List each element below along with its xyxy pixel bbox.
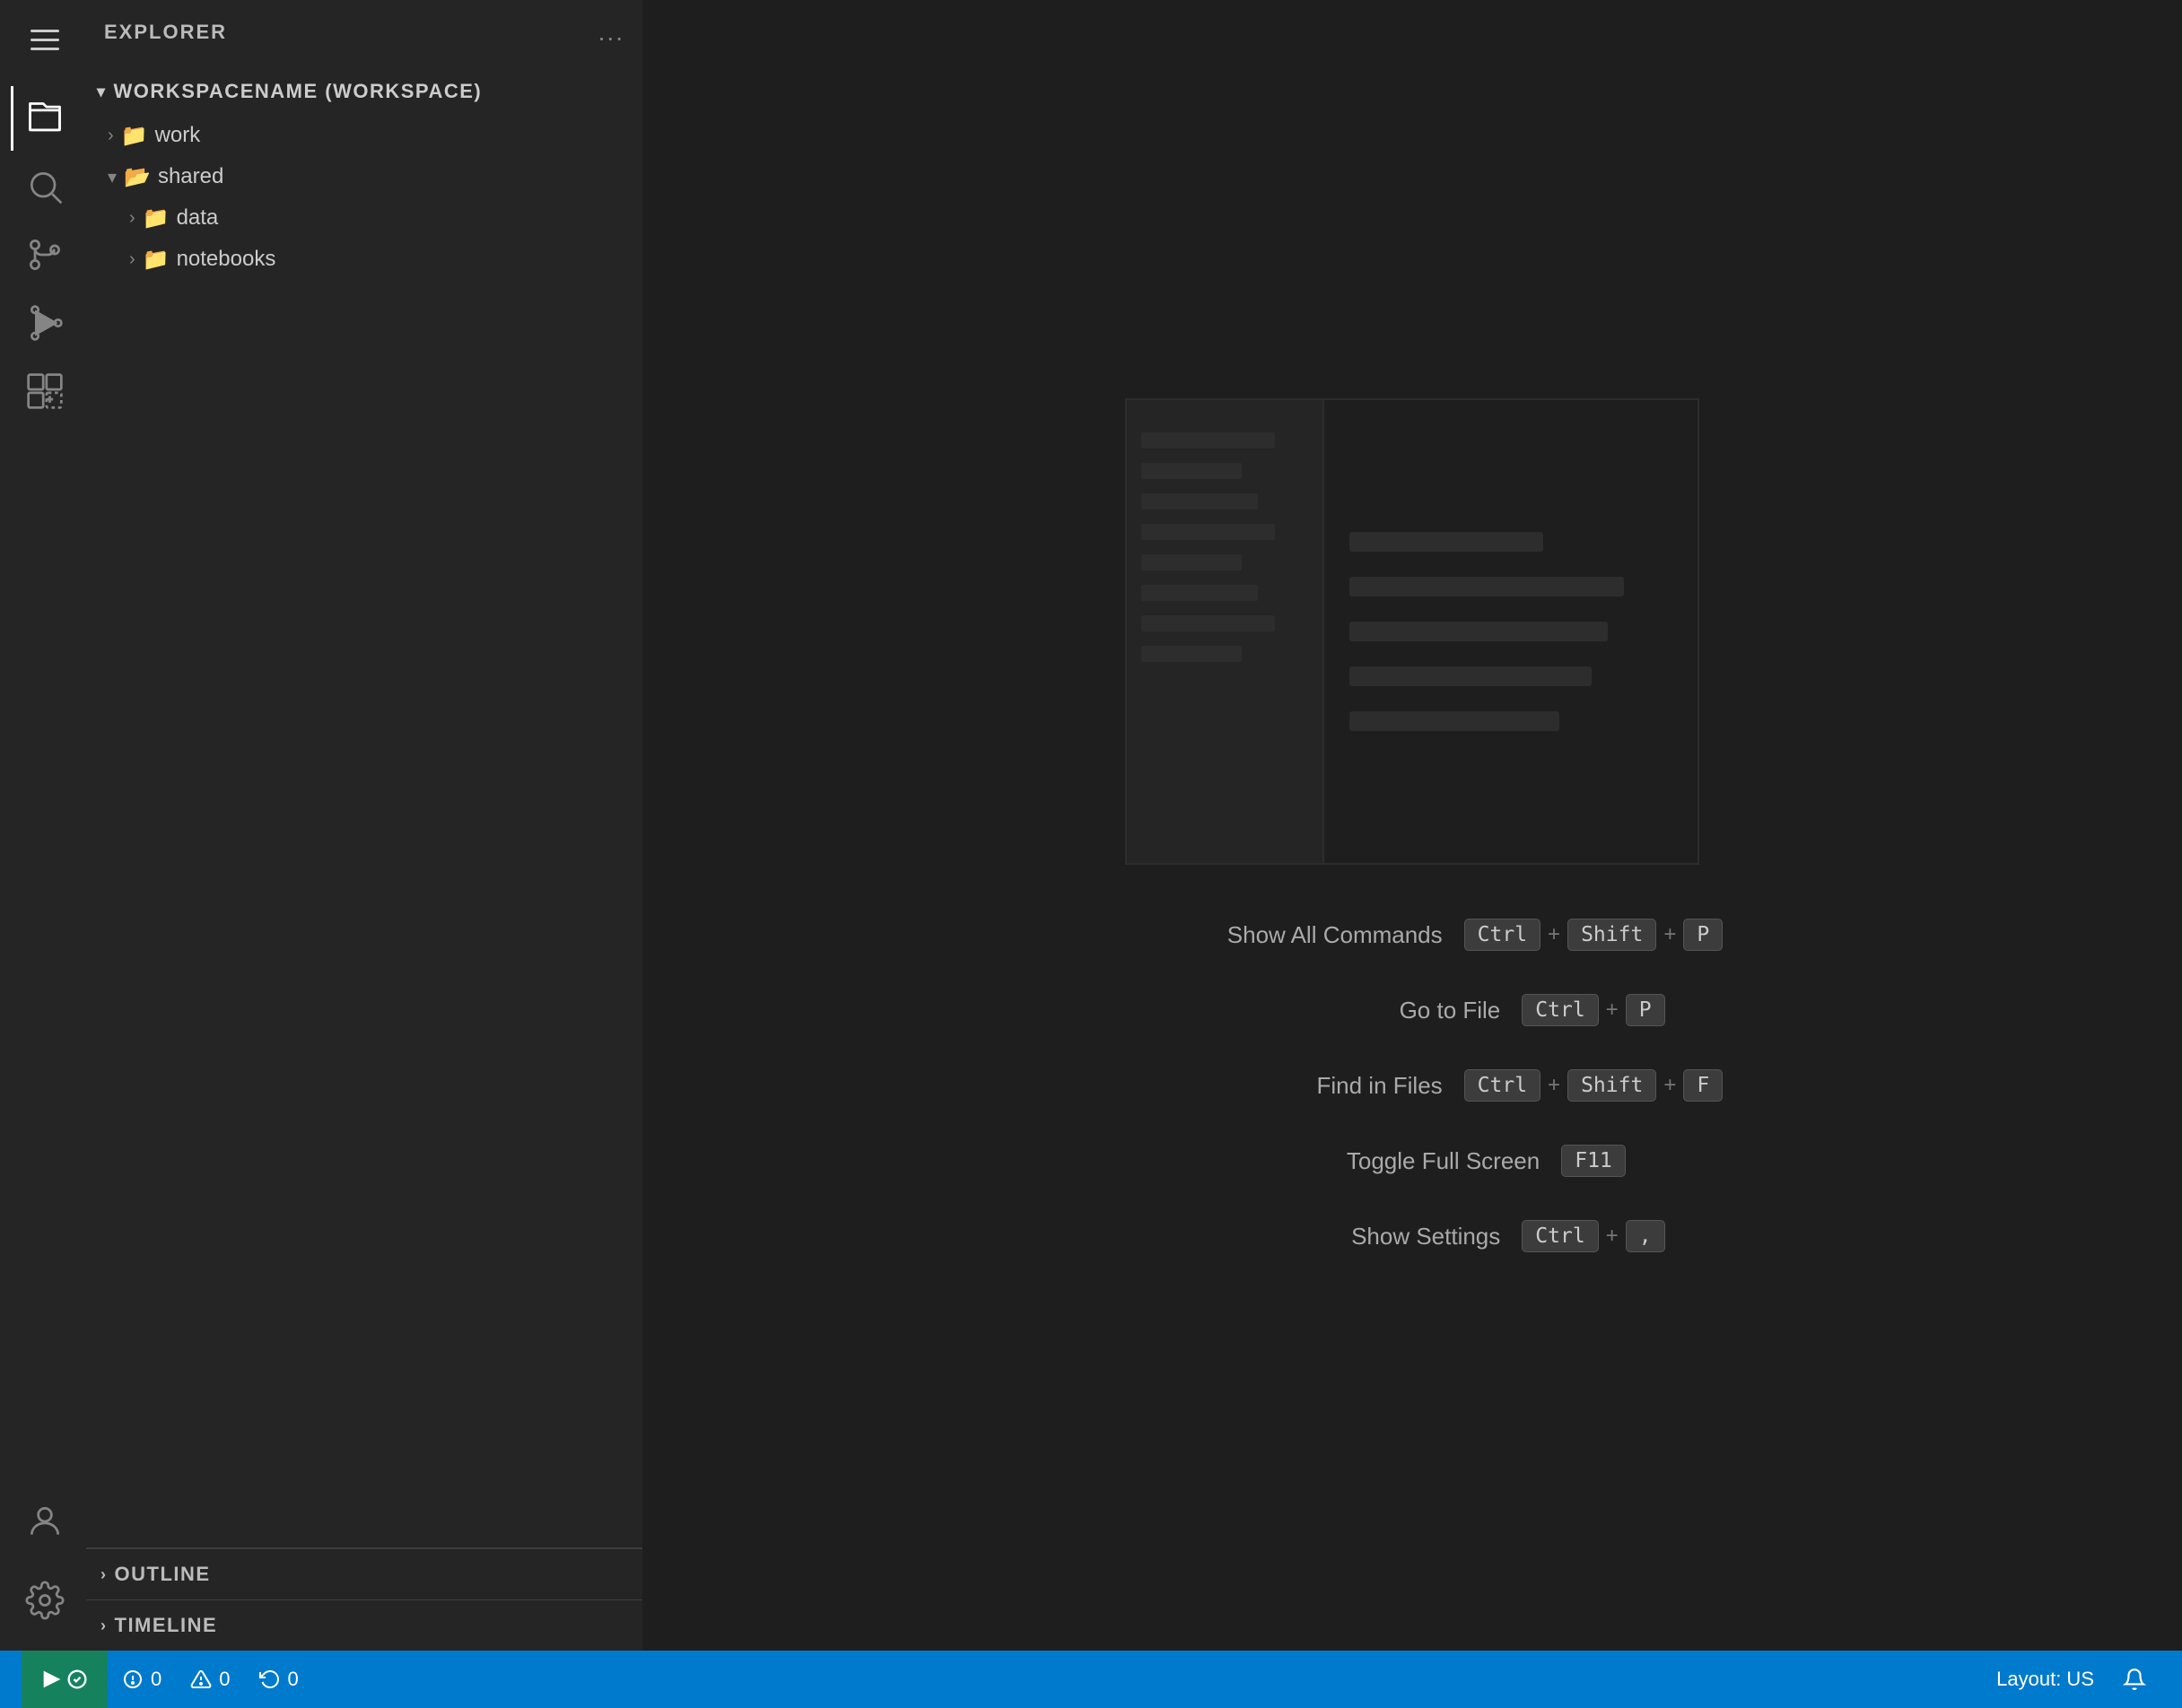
shortcuts-area: Show All Commands Ctrl + Shift + P Go to… bbox=[1102, 919, 1724, 1252]
outline-chevron: › bbox=[100, 1565, 108, 1584]
data-chevron: › bbox=[129, 208, 135, 229]
key-p-2: P bbox=[1626, 994, 1665, 1026]
key-p: P bbox=[1683, 919, 1723, 951]
tree-item-shared[interactable]: ▾ 📂 shared bbox=[86, 156, 642, 197]
shortcut-go-to-file[interactable]: Go to File Ctrl + P bbox=[1159, 994, 1664, 1026]
find-in-files-label: Find in Files bbox=[1102, 1072, 1443, 1100]
workspace-chevron: ▾ bbox=[97, 83, 107, 101]
layout-language-label: Layout: US bbox=[1996, 1668, 2094, 1691]
sidebar: Explorer ... ▾ WORKSPACENAME (WORKSPACE)… bbox=[86, 0, 642, 1651]
activity-bar-bottom bbox=[11, 1489, 75, 1651]
tree-item-work[interactable]: › 📁 work bbox=[86, 115, 642, 156]
key-ctrl-2: Ctrl bbox=[1522, 994, 1598, 1026]
run-debug-icon[interactable] bbox=[11, 291, 75, 355]
errors-count: 0 bbox=[151, 1668, 161, 1691]
work-label: work bbox=[155, 123, 201, 148]
notebooks-icon: 📁 bbox=[143, 247, 170, 273]
settings-icon[interactable] bbox=[11, 1568, 75, 1633]
outline-header[interactable]: › OUTLINE bbox=[86, 1549, 642, 1599]
hamburger-menu[interactable] bbox=[11, 7, 75, 72]
sync-item[interactable]: 0 bbox=[245, 1651, 313, 1708]
source-control-icon[interactable] bbox=[11, 222, 75, 287]
key-ctrl: Ctrl bbox=[1464, 919, 1540, 951]
more-options-button[interactable]: ... bbox=[598, 18, 624, 47]
illustration-right-panel bbox=[1324, 400, 1698, 863]
notebooks-chevron: › bbox=[129, 249, 135, 270]
activity-bar bbox=[0, 0, 86, 1651]
key-f11: F11 bbox=[1561, 1145, 1626, 1177]
outline-section: › OUTLINE bbox=[86, 1548, 642, 1599]
go-to-file-label: Go to File bbox=[1159, 997, 1500, 1024]
welcome-illustration bbox=[1125, 398, 1699, 865]
main-content: Show All Commands Ctrl + Shift + P Go to… bbox=[642, 0, 2182, 1651]
remote-connection-item[interactable] bbox=[22, 1651, 108, 1708]
warnings-count: 0 bbox=[219, 1668, 230, 1691]
toggle-fullscreen-label: Toggle Full Screen bbox=[1199, 1147, 1540, 1175]
status-bar-right: Layout: US bbox=[1982, 1651, 2160, 1708]
errors-item[interactable]: 0 bbox=[108, 1651, 176, 1708]
timeline-header[interactable]: › TIMELINE bbox=[86, 1600, 642, 1651]
timeline-section: › TIMELINE bbox=[86, 1599, 642, 1651]
shared-label: shared bbox=[158, 164, 223, 189]
shortcut-toggle-fullscreen[interactable]: Toggle Full Screen F11 bbox=[1199, 1145, 1626, 1177]
illustration-left-panel bbox=[1127, 400, 1324, 863]
status-bar: 0 0 0 Layout: US bbox=[0, 1651, 2182, 1708]
account-icon[interactable] bbox=[11, 1489, 75, 1554]
activity-bar-top bbox=[11, 7, 75, 1489]
tree-item-notebooks[interactable]: › 📁 notebooks bbox=[86, 239, 642, 280]
tree-item-data[interactable]: › 📁 data bbox=[86, 197, 642, 239]
notifications-item[interactable] bbox=[2108, 1651, 2160, 1708]
sidebar-header: Explorer ... bbox=[86, 0, 642, 65]
key-ctrl-4: Ctrl bbox=[1522, 1220, 1598, 1252]
workspace-label: WORKSPACENAME (WORKSPACE) bbox=[114, 80, 483, 103]
shortcut-show-settings[interactable]: Show Settings Ctrl + , bbox=[1159, 1220, 1664, 1252]
key-ctrl-3: Ctrl bbox=[1464, 1069, 1540, 1102]
search-icon[interactable] bbox=[11, 154, 75, 219]
work-icon: 📁 bbox=[121, 123, 148, 149]
key-shift-2: Shift bbox=[1567, 1069, 1656, 1102]
files-icon[interactable] bbox=[11, 86, 75, 151]
key-comma: , bbox=[1626, 1220, 1665, 1252]
show-settings-keys: Ctrl + , bbox=[1522, 1220, 1664, 1252]
find-in-files-keys: Ctrl + Shift + F bbox=[1464, 1069, 1724, 1102]
show-all-commands-keys: Ctrl + Shift + P bbox=[1464, 919, 1724, 951]
timeline-chevron: › bbox=[100, 1616, 108, 1635]
show-all-commands-label: Show All Commands bbox=[1102, 921, 1443, 949]
workspace-header[interactable]: ▾ WORKSPACENAME (WORKSPACE) bbox=[86, 68, 642, 115]
go-to-file-keys: Ctrl + P bbox=[1522, 994, 1664, 1026]
timeline-label: TIMELINE bbox=[115, 1614, 218, 1637]
data-icon: 📁 bbox=[143, 205, 170, 231]
show-settings-label: Show Settings bbox=[1159, 1223, 1500, 1250]
sidebar-title: Explorer bbox=[104, 21, 227, 44]
shortcut-find-in-files[interactable]: Find in Files Ctrl + Shift + F bbox=[1102, 1069, 1724, 1102]
extensions-icon[interactable] bbox=[11, 359, 75, 423]
status-bar-left: 0 0 0 bbox=[22, 1651, 313, 1708]
notebooks-label: notebooks bbox=[177, 247, 276, 272]
shortcut-show-all-commands[interactable]: Show All Commands Ctrl + Shift + P bbox=[1102, 919, 1724, 951]
explorer-content: ▾ WORKSPACENAME (WORKSPACE) › 📁 work ▾ 📂… bbox=[86, 65, 642, 1651]
toggle-fullscreen-keys: F11 bbox=[1561, 1145, 1626, 1177]
sidebar-header-icons: ... bbox=[598, 18, 624, 47]
warnings-item[interactable]: 0 bbox=[176, 1651, 244, 1708]
bottom-panels: › OUTLINE › TIMELINE bbox=[86, 1547, 642, 1651]
sync-count: 0 bbox=[288, 1668, 299, 1691]
key-f: F bbox=[1683, 1069, 1723, 1102]
key-shift: Shift bbox=[1567, 919, 1656, 951]
data-label: data bbox=[177, 205, 219, 231]
shared-icon: 📂 bbox=[124, 164, 151, 190]
work-chevron: › bbox=[108, 126, 114, 146]
shared-chevron: ▾ bbox=[108, 166, 117, 188]
outline-label: OUTLINE bbox=[115, 1563, 211, 1586]
layout-language-item[interactable]: Layout: US bbox=[1982, 1651, 2108, 1708]
